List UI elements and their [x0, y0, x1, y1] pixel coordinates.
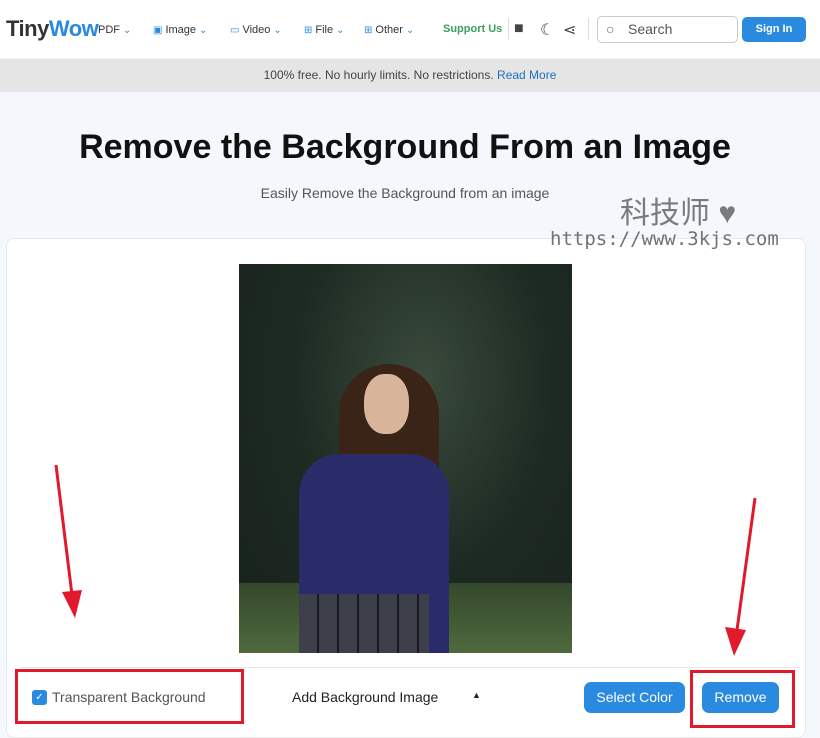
annotation-arrowhead	[725, 627, 746, 656]
annotation-arrows	[54, 464, 757, 656]
annotation-arrowhead	[62, 590, 82, 618]
annotation-arrow	[54, 464, 74, 596]
annotation-arrow	[735, 497, 757, 631]
